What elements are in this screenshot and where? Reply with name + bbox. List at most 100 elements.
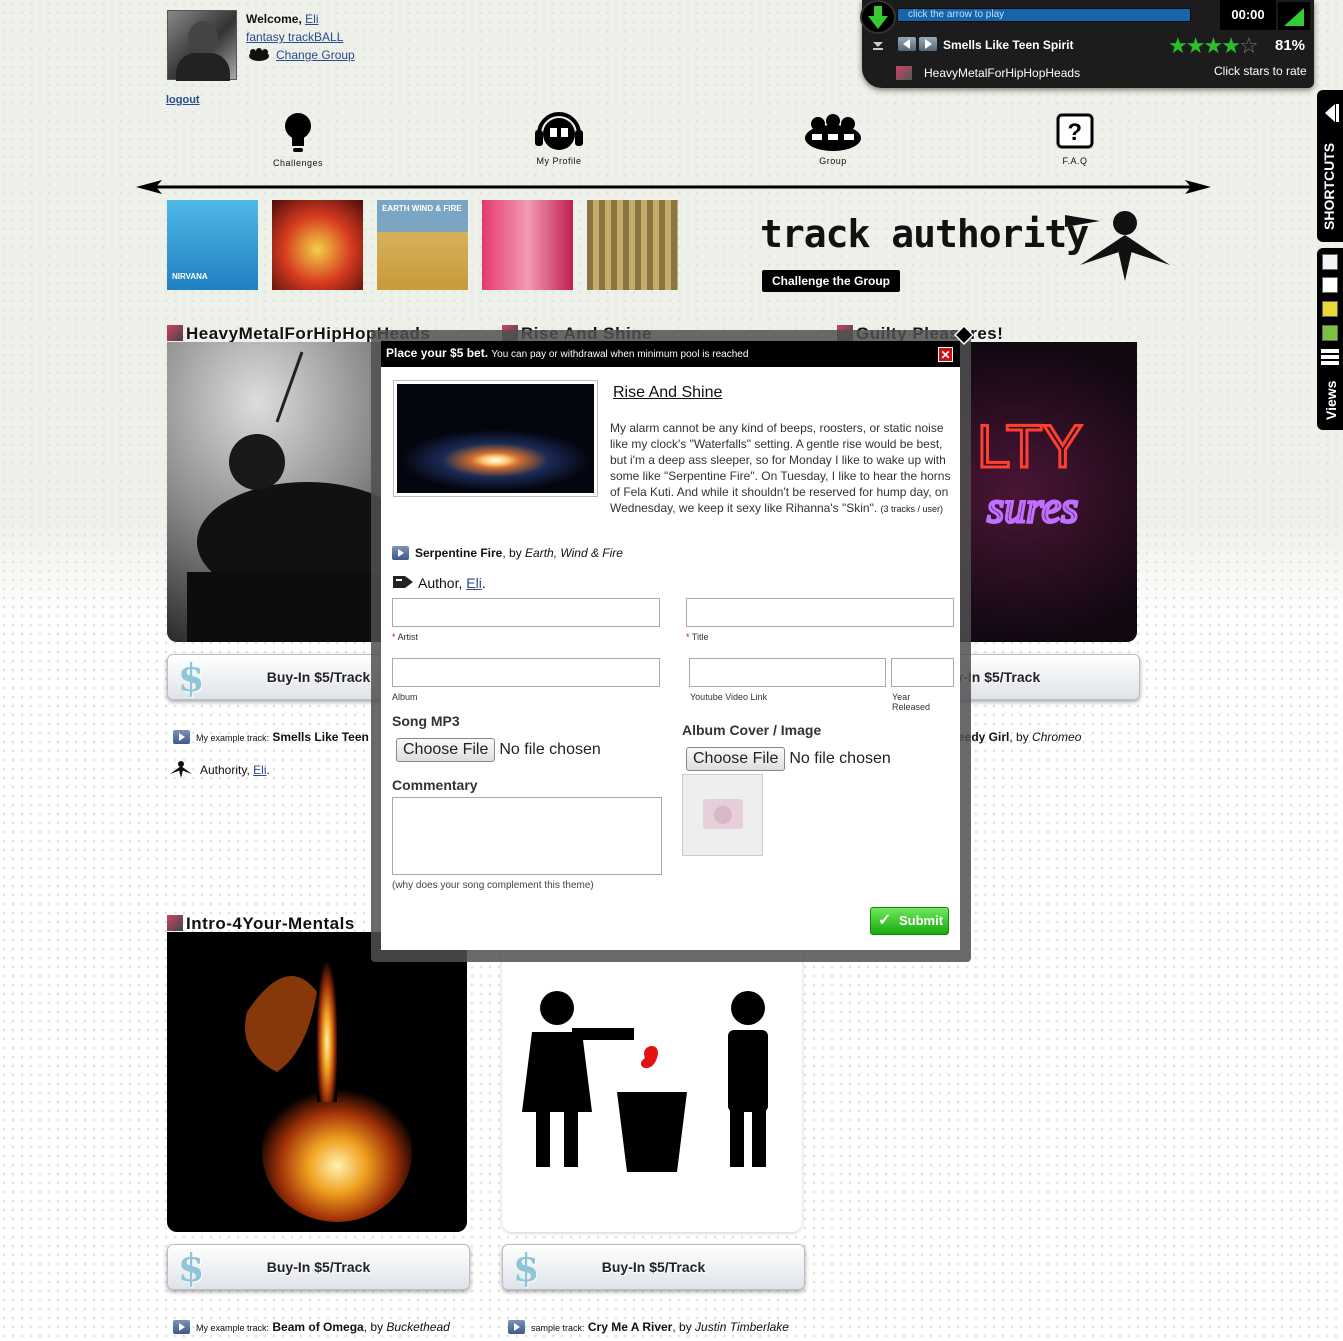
artist-input[interactable]	[392, 598, 660, 627]
now-playing-group: HeavyMetalForHipHopHeads	[924, 66, 1081, 80]
svg-text:?: ?	[1067, 119, 1082, 146]
next-button[interactable]	[919, 37, 937, 51]
cover-file-input[interactable]: Choose File No file chosen	[686, 747, 891, 771]
title-label: * Title	[686, 632, 709, 642]
nav-challenges-label: Challenges	[272, 158, 324, 168]
rating-stars[interactable]: ★★★★☆	[1168, 33, 1259, 59]
progress-bar[interactable]: click the arrow to play	[897, 8, 1191, 22]
nav-challenges[interactable]: Challenges	[258, 112, 338, 168]
modal-header: Place your $5 bet. You can pay or withdr…	[381, 341, 960, 367]
choose-file-button[interactable]: Choose File	[396, 738, 496, 762]
song-mp3-label: Song MP3	[392, 713, 460, 729]
modal-subtitle: You can pay or withdrawal when minimum p…	[491, 349, 749, 360]
views-label: Views	[1323, 380, 1339, 420]
theme-title[interactable]: Rise And Shine	[613, 384, 722, 402]
star[interactable]: ★	[1186, 33, 1206, 58]
artist-label: * Artist	[392, 632, 419, 642]
authority-line: Authority, Eli.	[170, 760, 270, 778]
svg-text:LTY: LTY	[977, 413, 1083, 480]
prev-button[interactable]	[898, 37, 916, 51]
rate-hint: Click stars to rate	[1214, 64, 1307, 78]
cover-placeholder-image	[682, 774, 763, 856]
user-avatar[interactable]	[167, 10, 237, 81]
play-icon[interactable]	[173, 730, 190, 744]
view-swatch-yellow[interactable]	[1322, 301, 1338, 317]
play-icon[interactable]	[508, 1320, 525, 1334]
change-group-link[interactable]: Change Group	[276, 48, 355, 62]
star[interactable]: ☆	[1239, 33, 1259, 58]
album-cover-2[interactable]	[272, 200, 363, 290]
logout-link[interactable]: logout	[166, 94, 200, 106]
play-arrow-button[interactable]	[860, 0, 896, 34]
modal-title: Place your $5 bet.	[386, 346, 489, 360]
nav-faq[interactable]: ? F.A.Q	[1035, 112, 1115, 166]
menu-chevron-icon[interactable]	[872, 40, 884, 52]
lightbulb-icon	[285, 113, 311, 152]
welcome-text: Welcome, Eli	[246, 12, 319, 26]
year-input[interactable]	[891, 658, 954, 687]
buyin-button[interactable]: $Buy-In $5/Track	[167, 1244, 470, 1290]
view-swatch-white[interactable]	[1322, 277, 1338, 293]
selected-track: Serpentine Fire, by Earth, Wind & Fire	[392, 546, 623, 560]
star[interactable]: ★	[1168, 33, 1188, 58]
challenge-group-button[interactable]: Challenge the Group	[762, 270, 901, 292]
list-view-icon[interactable]	[1321, 348, 1339, 366]
song-file-input[interactable]: Choose File No file chosen	[396, 738, 601, 762]
buyin-button[interactable]: $Buy-In $5/Track	[502, 1244, 805, 1290]
close-icon[interactable]: ✕	[938, 347, 953, 362]
headphones-icon	[535, 112, 583, 150]
title-input[interactable]	[686, 598, 954, 627]
group-image-cry-me-a-river[interactable]	[502, 932, 802, 1232]
no-file-text: No file chosen	[789, 750, 891, 767]
author-link[interactable]: Eli	[466, 575, 482, 591]
divider-arrow	[136, 180, 1211, 194]
album-cover-3[interactable]: EARTH WIND & FIRE	[377, 200, 468, 290]
group-icon	[805, 114, 861, 151]
submit-button[interactable]: Submit	[870, 907, 949, 935]
theme-description-text: My alarm cannot be any kind of beeps, ro…	[610, 421, 951, 515]
commentary-textarea[interactable]	[392, 797, 662, 875]
commentary-label: Commentary	[392, 777, 478, 793]
progress-hint: click the arrow to play	[908, 9, 1005, 20]
authority-icon	[170, 761, 192, 778]
username-link[interactable]: Eli	[305, 12, 318, 26]
group-thumb-icon	[167, 915, 183, 931]
view-swatch-green[interactable]	[1322, 325, 1338, 341]
view-option-photo[interactable]	[1322, 254, 1338, 270]
rating-percent: 81%	[1275, 37, 1306, 54]
album-cover-1[interactable]: NIRVANA	[167, 200, 258, 290]
logo-text: track authority	[760, 212, 1088, 256]
play-icon[interactable]	[392, 546, 409, 560]
example-track-line: My example track: Beam of Omega, by Buck…	[173, 1320, 450, 1334]
example-track-line: sample track: Cry Me A River, by Justin …	[508, 1320, 789, 1334]
nav-profile-label: My Profile	[536, 156, 582, 166]
album-label: Album	[392, 692, 418, 702]
group-title[interactable]: Intro-4Your-Mentals	[167, 914, 355, 934]
author-link[interactable]: Eli	[253, 763, 266, 777]
nav-profile[interactable]: My Profile	[519, 112, 599, 166]
album-cover-text: NIRVANA	[172, 272, 208, 281]
star[interactable]: ★	[1203, 33, 1223, 58]
album-input[interactable]	[392, 658, 660, 687]
down-arrow-icon	[868, 6, 888, 29]
author-icon	[393, 576, 413, 588]
album-cover-5[interactable]	[587, 200, 678, 290]
faq-icon: ?	[1056, 113, 1094, 149]
drag-handle-icon[interactable]	[954, 325, 974, 345]
play-icon[interactable]	[173, 1320, 190, 1334]
group-icon	[249, 48, 269, 61]
time-display: 00:00	[1220, 0, 1276, 30]
group-image-flaming-guitar[interactable]	[167, 932, 467, 1232]
album-cover-text: EARTH WIND & FIRE	[382, 204, 462, 213]
choose-file-button[interactable]: Choose File	[686, 747, 786, 771]
now-playing-title: Smells Like Teen Spirit	[943, 38, 1074, 52]
group-thumb-icon	[167, 325, 183, 341]
theme-note: (3 tracks / user)	[880, 504, 944, 514]
nav-group[interactable]: Group	[793, 112, 873, 166]
volume-icon[interactable]	[1278, 2, 1310, 30]
youtube-link-input[interactable]	[689, 658, 886, 687]
svg-text:sures: sures	[987, 483, 1078, 532]
album-cover-4[interactable]	[482, 200, 573, 290]
star[interactable]: ★	[1221, 33, 1241, 58]
group-name-link[interactable]: fantasy trackBALL	[246, 30, 343, 44]
